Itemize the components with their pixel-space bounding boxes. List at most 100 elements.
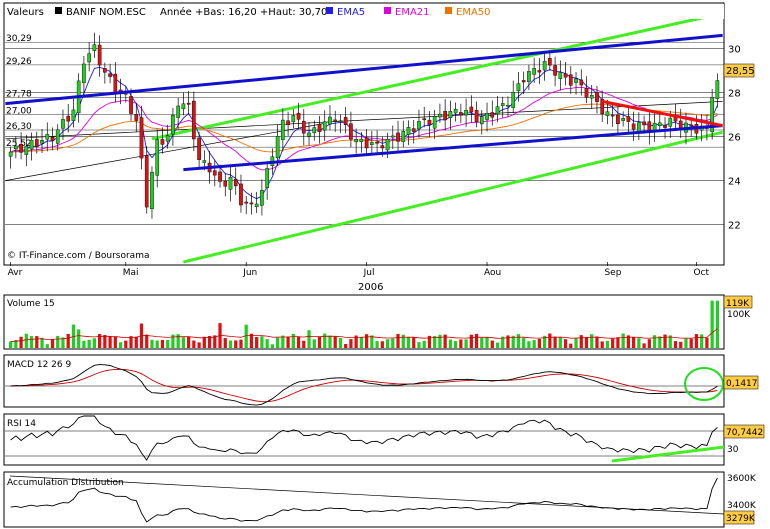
volume-bar	[317, 336, 322, 348]
volume-bar	[652, 335, 657, 348]
legend-ema21: EMA21	[395, 7, 430, 18]
volume-bar	[29, 336, 34, 348]
volume-bar	[600, 341, 604, 348]
candle-down	[689, 124, 694, 127]
candle-up	[181, 103, 186, 110]
candle-up	[359, 138, 364, 142]
volume-bar	[275, 337, 280, 348]
ad-title: Accumulation Distribution	[7, 478, 124, 488]
volume-bar	[495, 342, 500, 348]
candle-up	[40, 140, 44, 144]
price-level-label: 30,29	[6, 34, 32, 44]
candle-up	[385, 138, 390, 151]
candle-up	[165, 135, 170, 142]
x-tick-label: Mai	[123, 268, 139, 278]
volume-bar	[605, 340, 610, 348]
volume-bar	[443, 334, 447, 348]
candle-down	[113, 73, 118, 93]
candle-up	[401, 131, 406, 142]
candle-down	[139, 117, 144, 159]
candle-up	[605, 111, 610, 116]
volume-bar	[338, 337, 343, 348]
candle-down	[286, 120, 290, 126]
candle-up	[87, 53, 91, 63]
volume-bar	[234, 340, 238, 348]
volume-bar	[401, 334, 405, 348]
volume-bar	[124, 340, 128, 348]
volume-bar	[406, 337, 411, 348]
volume-bar	[558, 336, 562, 348]
header-range: Année +Bas: 16,20 +Haut: 30,70	[160, 6, 327, 18]
candle-down	[568, 74, 573, 86]
candle-down	[380, 145, 385, 149]
candle-up	[370, 142, 374, 145]
volume-bar	[77, 329, 81, 348]
support-line-blue	[183, 124, 723, 172]
volume-bar	[642, 343, 646, 348]
price-level-label: 27,00	[6, 107, 32, 117]
volume-bar	[255, 337, 259, 348]
candle-up	[406, 126, 411, 135]
candle-up	[453, 109, 458, 114]
candle-up	[176, 105, 180, 118]
candle-up	[71, 109, 76, 121]
macd-signal-line	[10, 368, 718, 403]
volume-bar	[385, 339, 390, 348]
volume-bar	[417, 342, 421, 348]
volume-bar	[160, 339, 165, 348]
candle-up	[338, 120, 343, 123]
volume-bar	[333, 336, 337, 348]
volume-bar	[448, 339, 453, 348]
candle-down	[333, 119, 338, 122]
candle-up	[202, 160, 207, 163]
header-symbol: BANIF NOM.ESC	[66, 7, 146, 18]
candle-down	[249, 202, 254, 205]
volume-bar	[35, 336, 39, 348]
price-candles	[8, 32, 720, 219]
candle-down	[197, 137, 201, 161]
candle-up	[390, 135, 395, 138]
x-tick-label: Sep	[604, 268, 621, 278]
volume-bar	[474, 333, 479, 348]
volume-bar	[391, 338, 395, 348]
volume-bar	[323, 333, 327, 348]
price-level-label: 26,30	[6, 122, 32, 132]
volume-bar	[286, 336, 290, 348]
rsi-last-value: 70,7442	[726, 428, 763, 438]
volume-bar	[595, 336, 599, 348]
candle-up	[254, 203, 259, 208]
candle-down	[443, 110, 447, 121]
candle-down	[375, 141, 379, 144]
candle-down	[192, 100, 196, 140]
candle-up	[92, 44, 97, 51]
candle-up	[417, 121, 421, 130]
candle-down	[186, 102, 191, 105]
candle-up	[328, 116, 332, 125]
volume-bar	[66, 333, 70, 348]
volume-bar	[223, 338, 227, 348]
credit-text: © IT-Finance.com / Boursorama	[7, 251, 149, 261]
x-tick-label: Oct	[693, 268, 709, 278]
volume-bar	[166, 339, 170, 348]
price-tick-label: 22	[728, 221, 741, 232]
volume-bar	[97, 333, 102, 348]
candle-up	[281, 119, 285, 140]
volume-bar	[537, 338, 542, 348]
symbol-swatch	[55, 7, 62, 14]
volume-bar	[574, 337, 578, 348]
volume-bar	[715, 300, 720, 348]
candle-down	[349, 123, 353, 140]
candle-up	[55, 129, 60, 144]
candle-down	[364, 137, 369, 149]
volume-bar	[145, 334, 149, 348]
volume-bar	[611, 338, 615, 348]
volume-bar	[679, 341, 683, 348]
candle-down	[595, 92, 599, 102]
volume-bar	[359, 336, 364, 348]
volume-bar	[129, 336, 133, 348]
volume-bar	[150, 339, 154, 348]
volume-bar	[438, 334, 442, 348]
candle-down	[233, 179, 238, 187]
candle-down	[537, 70, 542, 73]
candle-down	[239, 183, 243, 206]
